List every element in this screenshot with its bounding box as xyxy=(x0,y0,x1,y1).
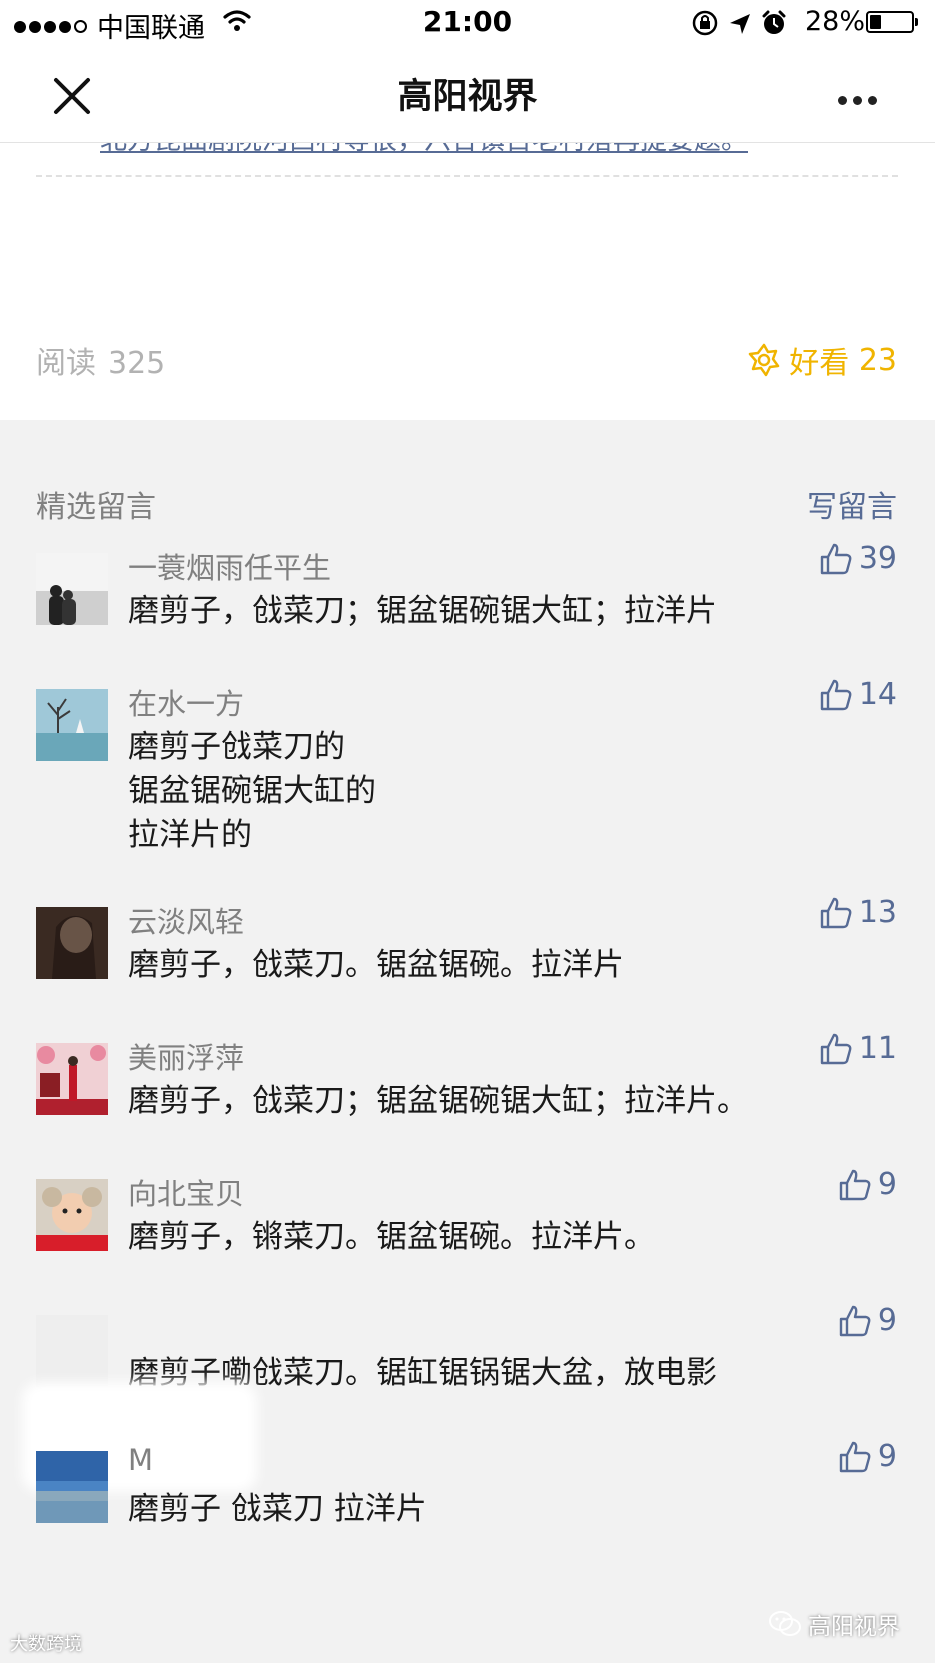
avatar[interactable] xyxy=(36,1179,108,1251)
avatar[interactable] xyxy=(36,907,108,979)
like-count: 11 xyxy=(858,1031,897,1066)
read-count: 阅读 325 xyxy=(36,338,165,382)
comment-text: 磨剪子戗菜刀的 锯盆锯碗锯大缸的 拉洋片的 xyxy=(128,729,376,853)
thumbs-up-icon xyxy=(820,543,852,574)
avatar[interactable] xyxy=(36,1451,108,1523)
page-title: 高阳视界 xyxy=(397,77,538,117)
status-icons xyxy=(692,10,800,40)
like-button[interactable]: 13 xyxy=(819,895,897,930)
like-button[interactable]: 11 xyxy=(819,1031,897,1066)
wow-label: 好看 xyxy=(789,346,850,381)
like-count: 9 xyxy=(877,1439,897,1474)
comment-text: 磨剪子，锵菜刀。锯盆锯碗。拉洋片。 xyxy=(128,1219,655,1255)
comment-text: 磨剪子 戗菜刀 拉洋片 xyxy=(128,1491,427,1527)
wechat-icon xyxy=(769,1611,801,1636)
thumbs-up-icon xyxy=(820,1033,852,1064)
wow-button[interactable]: 好看 23 xyxy=(747,338,897,382)
wow-star-icon xyxy=(749,343,780,377)
navigation-bar: 高阳视界 xyxy=(0,46,935,143)
watermark-left-text: 大数跨境 xyxy=(10,1634,82,1655)
close-icon[interactable] xyxy=(52,76,92,116)
battery-percent: 28% xyxy=(805,6,866,37)
avatar[interactable] xyxy=(36,689,108,761)
divider xyxy=(36,175,898,177)
commenter-name[interactable]: 一蓑烟雨任平生 xyxy=(128,545,331,587)
commenter-name[interactable]: M xyxy=(128,1443,153,1477)
like-count: 14 xyxy=(858,677,897,712)
wow-count: 23 xyxy=(858,342,897,378)
location-icon xyxy=(730,14,750,34)
article-link[interactable]: 北方昆曲剧院河西村等很，六合镇百老村落再提要题。 xyxy=(100,142,748,157)
commenter-name[interactable]: 在水一方 xyxy=(128,681,244,723)
rotation-lock-icon xyxy=(692,10,718,36)
like-button[interactable]: 14 xyxy=(819,677,897,712)
avatar[interactable] xyxy=(36,1043,108,1115)
alarm-icon xyxy=(762,10,786,34)
like-count: 9 xyxy=(877,1303,897,1338)
battery-icon xyxy=(866,11,918,33)
comment-text: 磨剪子，戗菜刀；锯盆锯碗锯大缸；拉洋片 xyxy=(128,593,717,629)
comments-header: 精选留言 xyxy=(36,490,156,525)
like-button[interactable]: 9 xyxy=(838,1439,897,1474)
like-button[interactable]: 9 xyxy=(838,1303,897,1338)
like-button[interactable]: 39 xyxy=(819,541,897,576)
more-icon[interactable] xyxy=(838,90,886,105)
thumbs-up-icon xyxy=(839,1169,871,1200)
like-button[interactable]: 9 xyxy=(838,1167,897,1202)
thumbs-up-icon xyxy=(839,1441,871,1472)
commenter-name[interactable]: 美丽浮萍 xyxy=(128,1035,244,1077)
read-label: 阅读 xyxy=(36,346,96,381)
article-footer: 北方昆曲剧院河西村等很，六合镇百老村落再提要题。 阅读 325 好看 23 xyxy=(0,142,935,420)
commenter-name[interactable]: 云淡风轻 xyxy=(128,899,244,941)
avatar[interactable] xyxy=(36,1315,108,1387)
like-count: 13 xyxy=(858,895,897,930)
watermark-left: 大数跨境 xyxy=(10,1630,82,1656)
write-comment-button[interactable]: 写留言 xyxy=(807,482,897,526)
thumbs-up-icon xyxy=(839,1305,871,1336)
thumbs-up-icon xyxy=(820,897,852,928)
like-count: 39 xyxy=(858,541,897,576)
commenter-name[interactable]: 向北宝贝 xyxy=(128,1171,244,1213)
comment-text: 磨剪子，戗菜刀。锯盆锯碗。拉洋片 xyxy=(128,947,624,983)
status-bar: 中国联通 21:00 28% xyxy=(0,0,935,46)
read-count-value: 325 xyxy=(108,346,166,381)
thumbs-up-icon xyxy=(820,679,852,710)
watermark: 高阳视界 xyxy=(768,1607,900,1641)
comment-text: 磨剪子，戗菜刀；锯盆锯碗锯大缸；拉洋片。 xyxy=(128,1083,748,1119)
like-count: 9 xyxy=(877,1167,897,1202)
avatar[interactable] xyxy=(36,553,108,625)
watermark-text: 高阳视界 xyxy=(808,1614,900,1640)
